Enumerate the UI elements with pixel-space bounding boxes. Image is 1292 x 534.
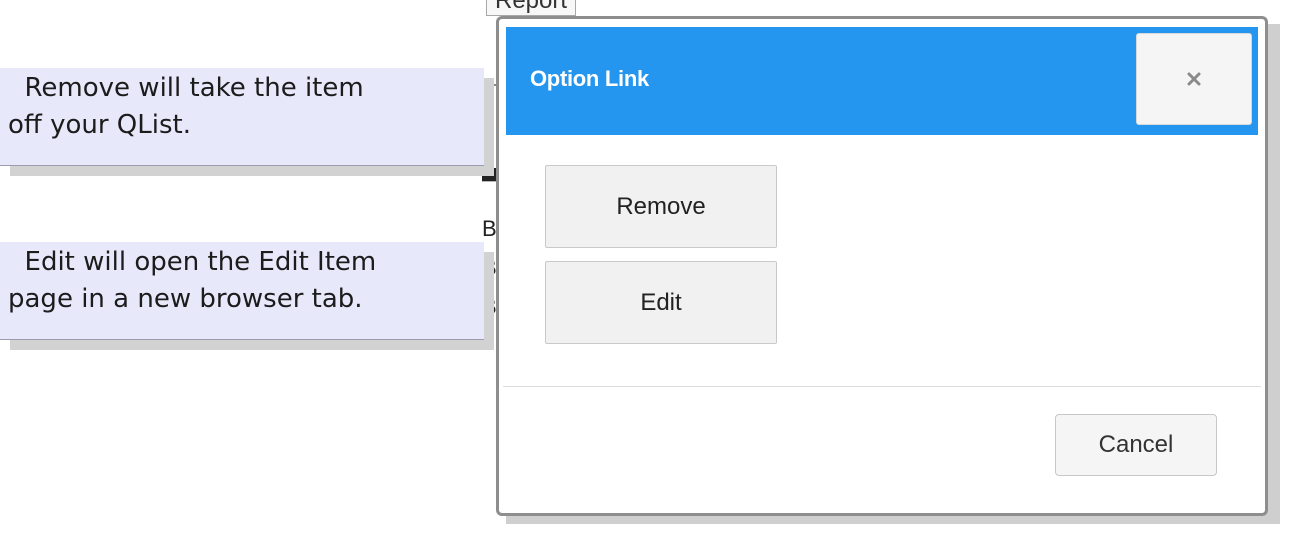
close-icon <box>1187 72 1201 86</box>
remove-button[interactable]: Remove <box>545 165 777 248</box>
background-fragment: ▀ <box>482 168 496 193</box>
close-button[interactable] <box>1136 33 1252 125</box>
callout-edit-note: Edit will open the Edit Item page in a n… <box>0 242 484 340</box>
modal-title: Option Link <box>530 66 649 91</box>
option-link-modal: Option Link Remove Edit Cancel <box>496 16 1268 516</box>
background-fragment: B <box>482 255 496 280</box>
background-fragment: B <box>482 216 496 241</box>
background-report-tab: Report <box>486 0 577 16</box>
callout-remove-note: Remove will take the item off your QList… <box>0 68 484 166</box>
modal-footer-divider <box>503 386 1261 387</box>
cancel-button[interactable]: Cancel <box>1055 414 1217 476</box>
modal-header: Option Link <box>506 27 1258 135</box>
background-fragment: B <box>482 294 496 319</box>
background-divider <box>484 84 496 86</box>
edit-button[interactable]: Edit <box>545 261 777 344</box>
